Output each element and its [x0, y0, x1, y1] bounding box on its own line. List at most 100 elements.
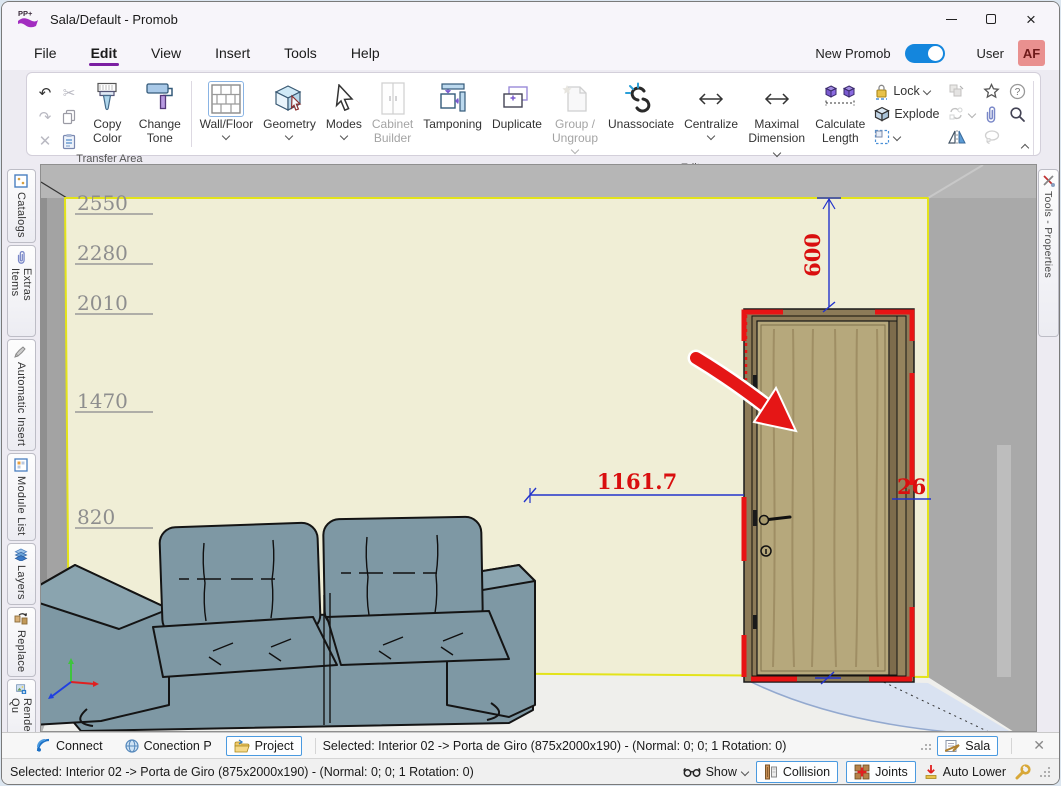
connection-p-tab[interactable]: Conection P	[117, 736, 220, 756]
ribbon-group-edit: Wall/Floor Geometry Mode	[195, 75, 1036, 153]
copy-icon[interactable]	[59, 108, 79, 128]
svg-text:1470: 1470	[77, 389, 128, 413]
unassociate-broken-chain-icon	[624, 80, 658, 118]
connect-tab[interactable]: Connect	[28, 735, 111, 756]
modes-button[interactable]: Modes	[321, 75, 367, 161]
menu-file[interactable]: File	[32, 41, 59, 65]
menu-view[interactable]: View	[149, 41, 183, 65]
selection-status-text-2: Selected: Interior 02 -> Porta de Giro (…	[10, 765, 474, 779]
duplicate-button[interactable]: Duplicate	[487, 75, 547, 161]
menu-insert[interactable]: Insert	[213, 41, 252, 65]
favorite-button[interactable]	[983, 81, 1001, 101]
svg-text:2010: 2010	[77, 291, 128, 315]
sidebar-tab-layers[interactable]: Layers	[7, 543, 36, 605]
window-title: Sala/Default - Promob	[50, 12, 931, 27]
delete-icon[interactable]: ✕	[35, 132, 55, 152]
cabinet-builder-button[interactable]: Cabinet Builder	[367, 75, 418, 161]
viewport-3d[interactable]: 2550 2280 2010 1470 820	[40, 164, 1037, 732]
change-tone-button[interactable]: Change Tone	[132, 75, 188, 152]
help-button[interactable]: ?	[1009, 81, 1026, 101]
scene-tab-sala[interactable]: Sala	[937, 736, 998, 756]
mirror-button[interactable]	[948, 127, 975, 147]
sidebar-tab-tools-properties[interactable]: Tools - Properties	[1038, 169, 1059, 337]
menu-edit[interactable]: Edit	[89, 41, 119, 65]
svg-text:1161.7: 1161.7	[597, 469, 677, 494]
user-avatar[interactable]: AF	[1018, 40, 1045, 66]
ribbon-separator	[191, 81, 192, 147]
search-button[interactable]	[1009, 104, 1026, 124]
dimension-door-side[interactable]: 26	[892, 474, 931, 499]
sidebar-tab-replace[interactable]: Replace	[7, 607, 36, 677]
wall-floor-button[interactable]: Wall/Floor	[195, 75, 259, 161]
centralize-button[interactable]: Centralize	[679, 75, 743, 161]
tamponing-button[interactable]: Tamponing	[418, 75, 487, 161]
module-list-icon	[14, 458, 28, 472]
new-promob-toggle[interactable]	[905, 44, 945, 63]
sidebar-tab-catalogs[interactable]: Catalogs	[7, 169, 36, 243]
cut-icon[interactable]: ✂	[59, 84, 79, 104]
copy-color-button[interactable]: Copy Color	[83, 75, 132, 152]
lock-button[interactable]: Lock	[874, 81, 939, 101]
redo-icon[interactable]: ↷	[35, 108, 55, 128]
move-copies-button[interactable]	[948, 81, 975, 101]
maximal-dimension-chevron-icon	[772, 148, 780, 156]
menu-tools[interactable]: Tools	[282, 41, 319, 65]
attach-button[interactable]	[983, 104, 1001, 124]
right-wall	[928, 198, 1037, 732]
paperclip-icon	[983, 105, 998, 123]
centralize-chevron-icon	[707, 132, 715, 140]
main-area: Catalogs Extras Items Automatic Insert M…	[2, 164, 1059, 732]
catalogs-icon	[14, 174, 28, 188]
explode-icon	[874, 106, 890, 122]
sidebar-tab-extras-items[interactable]: Extras Items	[7, 245, 36, 337]
group-ungroup-chevron-icon	[571, 145, 579, 153]
selection-box-icon	[874, 129, 890, 145]
menu-help[interactable]: Help	[349, 41, 382, 65]
ribbon-group-transfer-area: ↶ ✂ ↷ ✕	[31, 75, 188, 153]
wrench-icon[interactable]	[1014, 764, 1031, 780]
tools-properties-icon	[1042, 174, 1055, 187]
calculate-length-button[interactable]: Calculate Length	[810, 75, 870, 161]
maximal-dimension-button[interactable]: Maximal Dimension	[743, 75, 810, 161]
svg-text:?: ?	[1014, 87, 1020, 98]
svg-text:600: 600	[800, 233, 825, 277]
sidebar-tab-automatic-insert[interactable]: Automatic Insert	[7, 339, 36, 451]
joints-button[interactable]: Joints	[846, 761, 916, 783]
project-tab[interactable]: Project	[226, 736, 302, 756]
wall-floor-icon	[208, 81, 244, 117]
sidebar-tab-module-list[interactable]: Module List	[7, 453, 36, 541]
duplicate-icon	[501, 80, 533, 118]
collision-button[interactable]: Collision	[756, 761, 838, 783]
explode-button[interactable]: Explode	[874, 104, 939, 124]
left-sidebar: Catalogs Extras Items Automatic Insert M…	[2, 164, 40, 732]
wall-floor-chevron-icon	[222, 132, 230, 140]
unassociate-button[interactable]: Unassociate	[603, 75, 679, 161]
door[interactable]	[744, 309, 914, 682]
close-button[interactable]: ×	[1011, 5, 1051, 33]
modes-cursor-icon	[331, 80, 357, 118]
promob-app-icon: PP+	[16, 8, 40, 30]
lasso-button[interactable]	[983, 127, 1001, 147]
undo-icon[interactable]: ↶	[35, 84, 55, 104]
selection-options-chevron-icon	[893, 133, 901, 141]
title-bar: PP+ Sala/Default - Promob ×	[2, 2, 1059, 36]
swap-button[interactable]	[948, 104, 975, 124]
show-dropdown[interactable]: Show	[683, 765, 748, 779]
modes-chevron-icon	[340, 132, 348, 140]
geometry-button[interactable]: Geometry	[258, 75, 321, 161]
paste-icon[interactable]	[59, 132, 79, 152]
selection-status-text: Selected: Interior 02 -> Porta de Giro (…	[323, 739, 787, 753]
help-icon: ?	[1009, 83, 1026, 100]
resize-grip-icon[interactable]	[1039, 766, 1051, 778]
svg-text:PP+: PP+	[18, 9, 33, 18]
auto-lower-button[interactable]: Auto Lower	[924, 764, 1006, 780]
grip-dots-icon[interactable]	[919, 740, 931, 752]
selection-options-button[interactable]	[874, 127, 939, 147]
app-window: PP+ Sala/Default - Promob × File Edit Vi…	[1, 1, 1060, 785]
maximize-button[interactable]	[971, 5, 1011, 33]
group-ungroup-button[interactable]: Group / Ungroup	[547, 75, 603, 161]
user-label[interactable]: User	[977, 46, 1004, 61]
close-scene-icon[interactable]: ✕	[1025, 737, 1053, 754]
minimize-button[interactable]	[931, 5, 971, 33]
cabinet-builder-icon	[379, 80, 407, 118]
